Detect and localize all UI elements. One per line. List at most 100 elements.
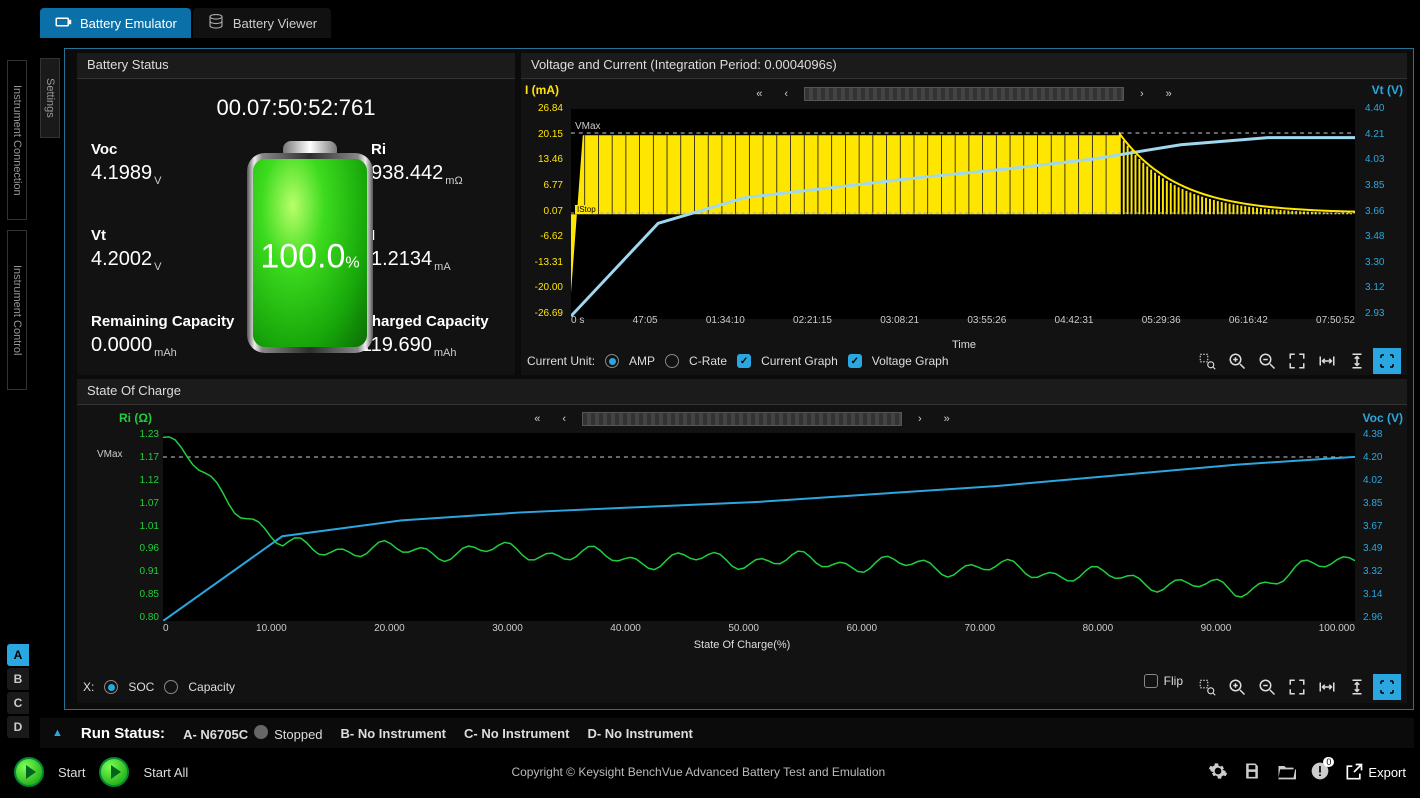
settings-icon[interactable] xyxy=(1208,761,1228,784)
fit-y-icon[interactable] xyxy=(1343,674,1371,700)
channel-tab-a[interactable]: A xyxy=(7,644,29,666)
vmax-label: VMax xyxy=(97,449,123,460)
chart-nav: « ‹ › » xyxy=(521,79,1407,101)
copyright: Copyright © Keysight BenchVue Advanced B… xyxy=(202,765,1194,779)
zoom-out-icon[interactable] xyxy=(1253,348,1281,374)
fit-all-icon[interactable] xyxy=(1283,348,1311,374)
channel-tab-c[interactable]: C xyxy=(7,692,29,714)
soc-chart[interactable] xyxy=(163,433,1355,621)
fit-y-icon[interactable] xyxy=(1343,348,1371,374)
rail-settings[interactable]: Settings xyxy=(40,58,60,138)
nav-prev-icon[interactable]: ‹ xyxy=(778,88,794,100)
panel-header: Voltage and Current (Integration Period:… xyxy=(521,53,1407,79)
zoom-out-icon[interactable] xyxy=(1253,674,1281,700)
i-value: 1.2134mA xyxy=(371,244,501,273)
status-dot-icon xyxy=(254,725,268,739)
radio-crate[interactable] xyxy=(665,354,679,368)
battery-level-icon: 100.0% xyxy=(247,141,373,361)
radio-soc[interactable] xyxy=(104,680,118,694)
tab-battery-viewer[interactable]: Battery Viewer xyxy=(193,8,331,38)
nav-first-icon[interactable]: « xyxy=(750,88,768,100)
axis-left-label: I (mA) xyxy=(525,83,559,97)
fit-all-icon[interactable] xyxy=(1283,674,1311,700)
nav-next-icon[interactable]: › xyxy=(912,413,928,425)
check-flip[interactable] xyxy=(1144,674,1158,688)
xticks: 010.00020.00030.00040.00050.00060.00070.… xyxy=(163,623,1355,639)
yticks-right: 4.384.204.023.853.673.493.323.142.96 xyxy=(1359,429,1403,623)
x-axis-label: X: xyxy=(83,680,94,694)
nav-scrubber[interactable] xyxy=(582,412,902,426)
vt-label: Vt xyxy=(91,227,241,244)
zoom-area-icon[interactable] xyxy=(1193,348,1221,374)
open-icon[interactable] xyxy=(1276,761,1296,784)
autoscale-icon[interactable] xyxy=(1373,348,1401,374)
fit-x-icon[interactable] xyxy=(1313,674,1341,700)
voc-label: Voc xyxy=(91,141,241,158)
istop-label: IStop xyxy=(575,205,598,214)
ri-value: 938.442mΩ xyxy=(371,158,501,187)
vt-value: 4.2002V xyxy=(91,244,241,273)
nav-last-icon[interactable]: » xyxy=(938,413,956,425)
vc-chart[interactable]: VMax IStop xyxy=(571,109,1355,319)
axis-right-label: Voc (V) xyxy=(1363,411,1403,425)
channel-tabs: A B C D xyxy=(7,644,29,740)
axis-left-label: Ri (Ω) xyxy=(119,411,152,425)
check-current-graph[interactable] xyxy=(737,354,751,368)
vmax-label: VMax xyxy=(575,121,601,132)
voc-value: 4.1989V xyxy=(91,158,241,187)
autoscale-icon[interactable] xyxy=(1373,674,1401,700)
main-frame: Battery Status 00.07:50:52:761 Voc 4.198… xyxy=(64,48,1414,710)
i-label: I xyxy=(371,227,501,244)
channel-tab-d[interactable]: D xyxy=(7,716,29,738)
nav-first-icon[interactable]: « xyxy=(528,413,546,425)
database-icon xyxy=(207,13,225,34)
remaining-value: 0.0000mAh xyxy=(91,330,251,359)
export-button[interactable]: Export xyxy=(1344,762,1406,782)
panel-header: Battery Status xyxy=(77,53,515,79)
tab-battery-emulator[interactable]: Battery Emulator xyxy=(40,8,191,38)
nav-last-icon[interactable]: » xyxy=(1160,88,1178,100)
soc-panel: State Of Charge « ‹ › » Ri (Ω) Voc (V) 1… xyxy=(77,379,1407,703)
fit-x-icon[interactable] xyxy=(1313,348,1341,374)
start-all-button[interactable] xyxy=(99,757,129,787)
run-status-title: Run Status: xyxy=(81,725,165,742)
elapsed-timer: 00.07:50:52:761 xyxy=(91,89,501,131)
battery-status-panel: Battery Status 00.07:50:52:761 Voc 4.198… xyxy=(77,53,515,375)
yticks-left: 26.8420.1513.466.770.07-6.62-13.31-20.00… xyxy=(521,103,567,319)
battery-percent: 100.0% xyxy=(253,237,367,276)
voltage-current-panel: Voltage and Current (Integration Period:… xyxy=(521,53,1407,375)
nav-scrubber[interactable] xyxy=(804,87,1124,101)
xaxis-title: State Of Charge(%) xyxy=(77,639,1407,651)
nav-next-icon[interactable]: › xyxy=(1134,88,1150,100)
start-label: Start xyxy=(58,765,85,780)
rail-instrument-connection[interactable]: Instrument Connection xyxy=(7,60,27,220)
channel-tab-b[interactable]: B xyxy=(7,668,29,690)
rail-instrument-control[interactable]: Instrument Control xyxy=(7,230,27,390)
zoom-in-icon[interactable] xyxy=(1223,348,1251,374)
tab-label: Battery Viewer xyxy=(233,16,317,31)
zoom-in-icon[interactable] xyxy=(1223,674,1251,700)
axis-right-label: Vt (V) xyxy=(1372,83,1403,97)
battery-icon xyxy=(54,13,72,34)
yticks-right: 4.404.214.033.853.663.483.303.122.93 xyxy=(1361,103,1407,319)
current-unit-label: Current Unit: xyxy=(527,354,595,368)
ri-label: Ri xyxy=(371,141,501,158)
chart-nav: « ‹ › » xyxy=(77,405,1407,427)
tab-label: Battery Emulator xyxy=(80,16,177,31)
start-button[interactable] xyxy=(14,757,44,787)
charged-value: 119.690mAh xyxy=(361,330,501,359)
radio-capacity[interactable] xyxy=(164,680,178,694)
charged-label: Charged Capacity xyxy=(361,313,501,330)
vc-controls: Current Unit: AMP C-Rate Current Graph V… xyxy=(527,347,1401,375)
collapse-icon[interactable]: ▲ xyxy=(52,727,63,739)
soc-controls: X: SOC Capacity Flip xyxy=(83,673,1401,701)
zoom-area-icon[interactable] xyxy=(1193,674,1221,700)
radio-amp[interactable] xyxy=(605,354,619,368)
save-icon[interactable] xyxy=(1242,761,1262,784)
check-voltage-graph[interactable] xyxy=(848,354,862,368)
footer: Start Start All Copyright © Keysight Ben… xyxy=(6,752,1414,792)
alert-icon[interactable]: 0 xyxy=(1310,761,1330,784)
remaining-label: Remaining Capacity xyxy=(91,313,251,330)
yticks-left: 1.231.171.121.071.010.960.910.850.80 xyxy=(119,429,159,623)
nav-prev-icon[interactable]: ‹ xyxy=(556,413,572,425)
